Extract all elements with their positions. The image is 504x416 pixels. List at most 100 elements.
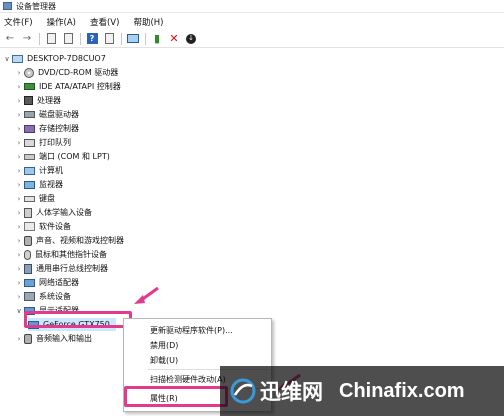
expand-arrow-icon[interactable]: › — [14, 181, 24, 189]
tree-item-label: 系统设备 — [39, 292, 71, 301]
gpu-pointer-arrow-icon — [134, 286, 159, 304]
tree-item-computer[interactable]: › 计算机 — [14, 164, 63, 177]
tree-item-label: 音频输入和输出 — [36, 334, 92, 343]
tree-item-label: IDE ATA/ATAPI 控制器 — [39, 82, 121, 91]
ide-controller-icon — [24, 83, 35, 90]
collapse-arrow-icon[interactable]: ∨ — [14, 307, 24, 315]
tree-item-label: 监视器 — [39, 180, 63, 189]
help-icon[interactable]: ? — [85, 32, 99, 46]
monitor-icon — [24, 180, 35, 189]
toolbar-separator — [121, 32, 122, 45]
storage-controller-icon — [24, 124, 35, 133]
network-adapter-icon — [24, 278, 35, 287]
chinafix-logo-icon — [230, 378, 256, 404]
toolbar: ← → ? ▮ ✕ ↓ — [0, 30, 504, 48]
tree-item-label: 打印队列 — [39, 138, 71, 147]
expand-arrow-icon[interactable]: › — [14, 279, 24, 287]
disk-drive-icon — [24, 111, 35, 118]
sound-icon — [24, 235, 32, 246]
tree-item-usb[interactable]: › 通用串行总线控制器 — [14, 262, 108, 275]
tree-item-print[interactable]: › 打印队列 — [14, 136, 71, 149]
expand-arrow-icon[interactable]: › — [14, 335, 24, 343]
update-driver-menu-item[interactable]: 更新驱动程序软件(P)... — [124, 323, 271, 337]
tree-item-keyboard[interactable]: › 键盘 — [14, 192, 55, 205]
keyboard-icon — [24, 195, 35, 202]
tree-item-label: DVD/CD-ROM 驱动器 — [38, 68, 119, 77]
tree-item-label: 通用串行总线控制器 — [36, 264, 108, 273]
expand-arrow-icon[interactable]: › — [14, 223, 24, 231]
tree-item-label: 端口 (COM 和 LPT) — [39, 152, 110, 161]
window-title: 设备管理器 — [16, 2, 56, 11]
update-driver-icon[interactable]: ↓ — [184, 32, 198, 46]
expand-arrow-icon[interactable]: › — [14, 139, 24, 147]
tree-item-software[interactable]: › 软件设备 — [14, 220, 71, 233]
tree-item-label: 软件设备 — [39, 222, 71, 231]
expand-arrow-icon[interactable]: › — [14, 293, 24, 301]
tree-item-label: 磁盘驱动器 — [39, 110, 79, 119]
expand-arrow-icon[interactable]: › — [14, 209, 24, 217]
tree-item-mouse[interactable]: › 鼠标和其他指针设备 — [14, 248, 107, 261]
tree-root-label: DESKTOP-7D8CUO7 — [27, 54, 106, 63]
scan-hardware-icon[interactable] — [126, 32, 140, 46]
expand-arrow-icon[interactable]: › — [14, 69, 24, 77]
watermark: 迅维网 Chinafix.com — [220, 366, 504, 416]
tree-item-label: 存储控制器 — [39, 124, 79, 133]
device-manager-icon — [3, 2, 12, 10]
tree-item-disk[interactable]: › 磁盘驱动器 — [14, 108, 79, 121]
expand-arrow-icon[interactable]: › — [14, 195, 24, 203]
toolbar-separator — [145, 32, 146, 45]
mouse-icon — [24, 249, 31, 260]
tree-item-label: 声音、视频和游戏控制器 — [36, 236, 124, 245]
expand-arrow-icon[interactable]: › — [14, 251, 24, 259]
software-device-icon — [24, 222, 35, 231]
tree-item-monitor[interactable]: › 监视器 — [14, 178, 63, 191]
show-hide-icon[interactable] — [44, 32, 58, 46]
tree-item-network[interactable]: › 网络适配器 — [14, 276, 79, 289]
title-bar: 设备管理器 — [0, 0, 504, 13]
tree-item-dvd[interactable]: › DVD/CD-ROM 驱动器 — [14, 66, 118, 79]
collapse-arrow-icon[interactable]: ∨ — [2, 55, 12, 63]
expand-arrow-icon[interactable]: › — [14, 83, 24, 91]
computer-icon — [12, 54, 23, 63]
uninstall-menu-item[interactable]: 卸载(U) — [124, 353, 271, 367]
uninstall-icon[interactable]: ✕ — [167, 32, 181, 46]
tree-item-processor[interactable]: › 处理器 — [14, 94, 61, 107]
expand-arrow-icon[interactable]: › — [14, 111, 24, 119]
enable-device-icon[interactable]: ▮ — [150, 32, 164, 46]
expand-arrow-icon[interactable]: › — [14, 125, 24, 133]
disc-drive-icon — [24, 67, 34, 78]
expand-arrow-icon[interactable]: › — [14, 153, 24, 161]
print-queue-icon — [24, 138, 35, 147]
hid-icon — [24, 207, 32, 218]
tree-item-hid[interactable]: › 人体学输入设备 — [14, 206, 92, 219]
watermark-en: Chinafix.com — [339, 379, 465, 402]
expand-arrow-icon[interactable]: › — [14, 265, 24, 273]
watermark-cn: 迅维网 — [260, 380, 323, 404]
system-device-icon — [24, 292, 35, 301]
tree-item-storage[interactable]: › 存储控制器 — [14, 122, 79, 135]
tree-item-port[interactable]: › 端口 (COM 和 LPT) — [14, 150, 110, 163]
forward-icon[interactable]: → — [20, 32, 34, 46]
properties-sheet-icon[interactable] — [102, 32, 116, 46]
disable-menu-item[interactable]: 禁用(D) — [124, 338, 271, 352]
menu-file[interactable]: 文件(F) — [4, 16, 33, 28]
expand-arrow-icon[interactable]: › — [14, 97, 24, 105]
tree-item-ide[interactable]: › IDE ATA/ATAPI 控制器 — [14, 80, 121, 93]
audio-io-icon — [24, 333, 32, 344]
menu-view[interactable]: 查看(V) — [90, 16, 119, 28]
expand-arrow-icon[interactable]: › — [14, 237, 24, 245]
tree-item-sound[interactable]: › 声音、视频和游戏控制器 — [14, 234, 124, 247]
usb-icon — [24, 263, 32, 274]
gpu-highlight-box — [24, 311, 132, 328]
properties-highlight-box — [124, 386, 228, 407]
toolbar-separator — [80, 32, 81, 45]
menu-action[interactable]: 操作(A) — [47, 16, 76, 28]
tree-item-system[interactable]: › 系统设备 — [14, 290, 71, 303]
back-icon[interactable]: ← — [3, 32, 17, 46]
tree-root[interactable]: ∨ DESKTOP-7D8CUO7 — [2, 52, 106, 65]
expand-arrow-icon[interactable]: › — [14, 167, 24, 175]
tree-item-label: 处理器 — [37, 96, 61, 105]
properties-icon[interactable] — [61, 32, 75, 46]
tree-item-audio-io[interactable]: › 音频输入和输出 — [14, 332, 92, 345]
menu-help[interactable]: 帮助(H) — [133, 16, 163, 28]
